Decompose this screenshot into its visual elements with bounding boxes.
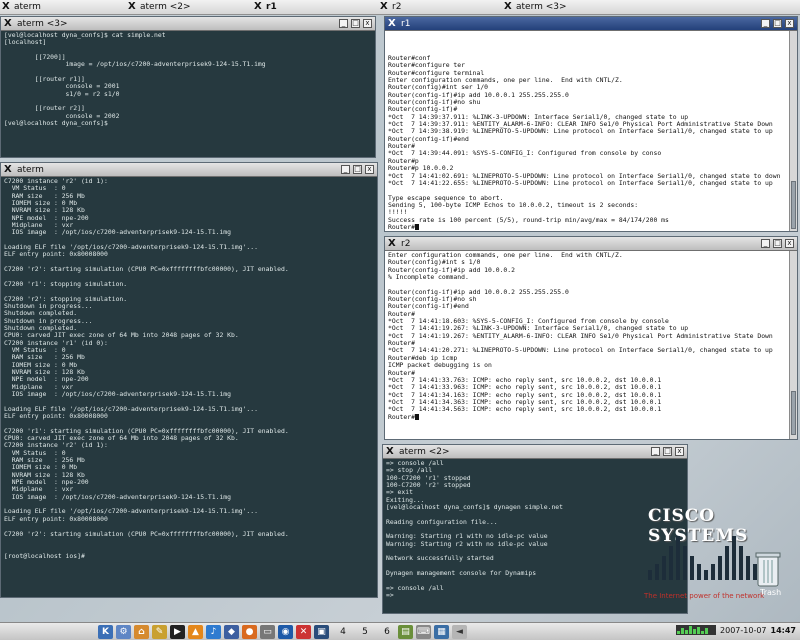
gimp-icon[interactable]: ✎ — [152, 624, 167, 639]
terminal-body[interactable]: C7200 instance 'r2' (id 1): VM Status : … — [1, 177, 377, 597]
cpu-monitor-icon — [676, 625, 717, 635]
workspace-6[interactable]: 6 — [376, 627, 398, 637]
tab-label: aterm <2> — [140, 2, 191, 12]
maximize-button[interactable]: □ — [773, 239, 782, 248]
clock-date[interactable]: 2007-10-07 — [720, 626, 767, 635]
terminal-window-aterm[interactable]: X aterm _ □ x C7200 instance 'r2' (id 1): … — [0, 162, 378, 598]
window-titlebar[interactable]: X aterm <3> _ □ x — [1, 17, 375, 31]
scrollbar-thumb[interactable] — [791, 391, 796, 435]
screen-icon[interactable]: ▭ — [260, 624, 275, 639]
x-app-icon: X — [380, 1, 388, 12]
close-button[interactable]: x — [365, 165, 374, 174]
workspace-5[interactable]: 5 — [354, 627, 376, 637]
window-title: aterm — [17, 165, 44, 175]
network-icon[interactable]: ◆ — [224, 624, 239, 639]
settings-icon[interactable]: ⚙ — [116, 624, 131, 639]
terminal-output: Enter configuration commands, one per li… — [388, 251, 787, 421]
logo-bars — [648, 536, 758, 580]
terminal-window-aterm3[interactable]: X aterm <3> _ □ x [vel@localhost dyna_conf… — [0, 16, 376, 158]
window-titlebar[interactable]: X r2 _ □ x — [385, 237, 797, 251]
window-title: aterm <2> — [399, 447, 450, 457]
x-app-icon: X — [388, 238, 396, 249]
home-folder-icon[interactable]: ⌂ — [134, 624, 149, 639]
tab-label: aterm <3> — [516, 2, 567, 12]
close-button[interactable]: x — [675, 447, 684, 456]
x-app-icon: X — [128, 1, 136, 12]
terminal-window-r2[interactable]: X r2 _ □ x Enter configuration commands, o… — [384, 236, 798, 440]
text-cursor — [414, 413, 419, 420]
window-titlebar[interactable]: X aterm <2> _ □ x — [383, 445, 687, 459]
window-list-bar: Xaterm Xaterm <2> Xr1 Xr2 Xaterm <3> — [0, 0, 800, 15]
window-title: aterm <3> — [17, 19, 68, 29]
window-titlebar[interactable]: X aterm _ □ x — [1, 163, 377, 177]
minimize-button[interactable]: _ — [761, 239, 770, 248]
maximize-button[interactable]: □ — [773, 19, 782, 28]
x-app-icon[interactable]: ✕ — [296, 624, 311, 639]
tab-label: aterm — [14, 2, 41, 12]
scrollbar[interactable] — [789, 251, 797, 439]
window-icon[interactable]: ▣ — [314, 624, 329, 639]
taskbar-tab-aterm[interactable]: Xaterm — [0, 0, 126, 14]
workspace-4[interactable]: 4 — [332, 627, 354, 637]
kde-menu-icon[interactable]: K — [98, 624, 113, 639]
scrollbar[interactable] — [789, 31, 797, 231]
minimize-button[interactable]: _ — [341, 165, 350, 174]
text-cursor — [414, 223, 419, 230]
keyboard-icon[interactable]: ⌨ — [416, 624, 431, 639]
maximize-button[interactable]: □ — [353, 165, 362, 174]
volume-icon[interactable]: ◄ — [452, 624, 467, 639]
terminal-window-r1[interactable]: X r1 _ □ x Router#conf Router#configure te… — [384, 16, 798, 232]
window-title: r2 — [401, 239, 411, 249]
close-button[interactable]: x — [363, 19, 372, 28]
firefox-icon[interactable]: ● — [242, 624, 257, 639]
x-app-icon: X — [386, 446, 394, 457]
vlc-icon[interactable]: ▲ — [188, 624, 203, 639]
clock-time[interactable]: 14:47 — [771, 626, 796, 635]
cisco-logo: CISCO SYSTEMS Trash The Internet power o… — [640, 506, 800, 606]
clipboard-icon[interactable]: ▤ — [398, 624, 413, 639]
browser-icon[interactable]: ◉ — [278, 624, 293, 639]
x-app-icon: X — [4, 164, 12, 175]
terminal-icon[interactable]: ▶ — [170, 624, 185, 639]
x-app-icon: X — [504, 1, 512, 12]
bottom-taskbar: K ⚙ ⌂ ✎ ▶ ▲ ♪ ◆ ● ▭ ◉ ✕ ▣ 4 5 6 ▤ ⌨ ▦ ◄ … — [0, 622, 800, 640]
minimize-button[interactable]: _ — [651, 447, 660, 456]
terminal-body[interactable]: Router#conf Router#configure ter Router#… — [385, 31, 789, 231]
terminal-text: Enter configuration commands, one per li… — [388, 251, 773, 421]
x-app-icon: X — [4, 18, 12, 29]
trash-icon[interactable] — [754, 550, 782, 588]
taskbar-tab-aterm3[interactable]: Xaterm <3> — [502, 0, 628, 14]
maximize-button[interactable]: □ — [351, 19, 360, 28]
terminal-output: C7200 instance 'r2' (id 1): VM Status : … — [4, 177, 289, 560]
terminal-body[interactable]: [vel@localhost dyna_confs]$ cat simple.n… — [1, 31, 375, 157]
minimize-button[interactable]: _ — [339, 19, 348, 28]
terminal-output: Router#conf Router#configure ter Router#… — [388, 54, 787, 231]
scrollbar-thumb[interactable] — [791, 181, 796, 229]
terminal-output: [vel@localhost dyna_confs]$ cat simple.n… — [4, 31, 266, 128]
taskbar-tab-aterm2[interactable]: Xaterm <2> — [126, 0, 252, 14]
terminal-text: Router#conf Router#configure ter Router#… — [388, 54, 781, 231]
logo-tagline: The Internet power of the network — [644, 592, 765, 600]
window-title: r1 — [401, 19, 411, 29]
minimize-button[interactable]: _ — [761, 19, 770, 28]
tab-label: r2 — [392, 2, 402, 12]
taskbar-tab-r2[interactable]: Xr2 — [378, 0, 502, 14]
x-app-icon: X — [388, 18, 396, 29]
taskbar-tab-r1[interactable]: Xr1 — [252, 0, 378, 14]
tab-label: r1 — [266, 2, 277, 12]
x-app-icon: X — [254, 1, 262, 12]
maximize-button[interactable]: □ — [663, 447, 672, 456]
close-button[interactable]: x — [785, 239, 794, 248]
x-app-icon: X — [2, 1, 10, 12]
notes-icon[interactable]: ▦ — [434, 624, 449, 639]
window-titlebar[interactable]: X r1 _ □ x — [385, 17, 797, 31]
close-button[interactable]: x — [785, 19, 794, 28]
system-tray: 2007-10-07 14:47 — [676, 625, 796, 635]
terminal-body[interactable]: Enter configuration commands, one per li… — [385, 251, 789, 439]
media-icon[interactable]: ♪ — [206, 624, 221, 639]
